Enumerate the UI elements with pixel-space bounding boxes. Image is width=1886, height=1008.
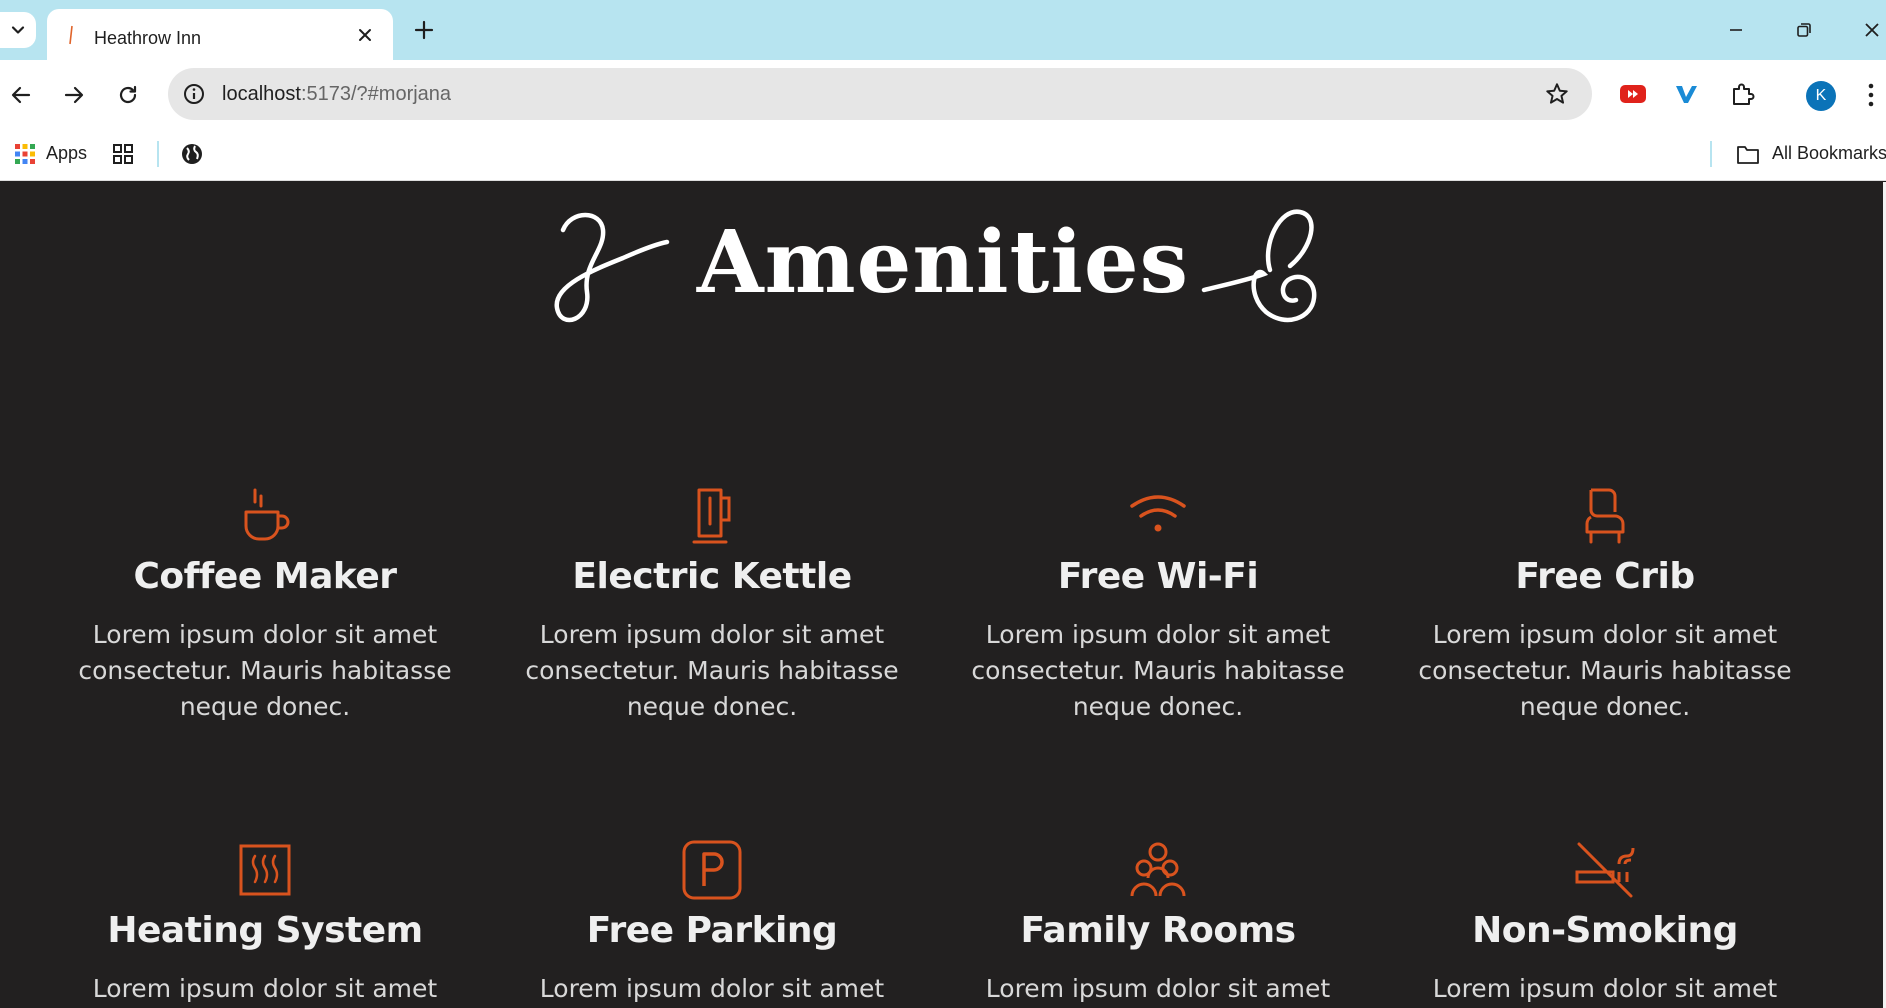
no-smoking-icon: [1575, 842, 1635, 898]
crib-icon: [1585, 488, 1625, 544]
amenity-title: Free Crib: [1515, 556, 1695, 597]
site-favicon-icon: [69, 25, 73, 45]
amenity-card: Heating System Lorem ipsum dolor sit ame…: [50, 838, 480, 1007]
description-line: consectetur. Mauris habitasse: [971, 656, 1345, 685]
folder-icon[interactable]: [1736, 144, 1760, 166]
amenity-description: Lorem ipsum dolor sit amet consectetur. …: [497, 617, 927, 725]
amenity-description: Lorem ipsum dolor sit amet consectetur. …: [943, 617, 1373, 725]
minimize-button[interactable]: [1722, 16, 1750, 44]
description-line: Lorem ipsum dolor sit amet: [1432, 620, 1778, 649]
extensions-puzzle-icon: [1733, 83, 1755, 105]
amenity-description: Lorem ipsum dolor sit amet consectetur. …: [50, 617, 480, 725]
kettle-icon: [692, 488, 731, 544]
description-line: Lorem ipsum dolor sit amet: [92, 620, 438, 649]
active-tab[interactable]: Heathrow Inn: [47, 9, 393, 60]
amenity-title: Family Rooms: [1020, 910, 1296, 951]
amenity-description: Lorem ipsum dolor sit amet: [50, 971, 480, 1007]
close-icon: [1865, 23, 1879, 37]
amenity-description: Lorem ipsum dolor sit amet: [1390, 971, 1820, 1007]
minimize-icon: [1730, 29, 1742, 31]
bookmark-separator: [157, 141, 159, 167]
youtube-extension-button[interactable]: [1619, 80, 1647, 108]
description-line: Lorem ipsum dolor sit amet: [985, 974, 1331, 1003]
reload-button[interactable]: [115, 82, 141, 108]
back-arrow-icon: [11, 86, 31, 104]
description-line: Lorem ipsum dolor sit amet: [539, 974, 885, 1003]
amenity-title: Heating System: [107, 910, 423, 951]
page-title: Amenities: [696, 212, 1190, 313]
description-line: neque donec.: [1519, 692, 1691, 721]
heater-icon: [239, 844, 291, 896]
coffee-cup-icon: [244, 488, 290, 541]
amenity-card: Free Parking Lorem ipsum dolor sit amet: [497, 838, 927, 1007]
amenities-heading: Amenities: [0, 192, 1886, 332]
amenity-title: Free Wi-Fi: [1057, 556, 1259, 597]
description-line: Lorem ipsum dolor sit amet: [1432, 974, 1778, 1003]
amenity-title: Non-Smoking: [1472, 910, 1738, 951]
close-window-button[interactable]: [1858, 16, 1886, 44]
restore-button[interactable]: [1790, 16, 1818, 44]
extensions-button[interactable]: [1728, 80, 1756, 108]
amenity-card: Non-Smoking Lorem ipsum dolor sit amet: [1390, 838, 1820, 1007]
kebab-menu-icon[interactable]: [1866, 82, 1876, 108]
bookmark-apps[interactable]: Apps: [46, 143, 87, 164]
tab-strip: Heathrow Inn: [0, 0, 1886, 60]
globe-icon[interactable]: [180, 142, 204, 166]
plus-icon[interactable]: [412, 18, 436, 42]
parking-icon: [682, 840, 742, 900]
address-bar[interactable]: localhost:5173/?#morjana: [168, 68, 1592, 120]
forward-arrow-icon: [64, 86, 84, 104]
reload-icon: [119, 85, 137, 104]
apps-grid-icon[interactable]: [14, 143, 36, 165]
all-bookmarks[interactable]: All Bookmarks: [1772, 143, 1886, 164]
description-line: neque donec.: [1072, 692, 1244, 721]
description-line: consectetur. Mauris habitasse: [525, 656, 899, 685]
amenity-card: Free Crib Lorem ipsum dolor sit amet con…: [1390, 484, 1820, 725]
amenity-title: Electric Kettle: [572, 556, 852, 597]
url-path: :5173/?#morjana: [300, 83, 452, 105]
page-viewport: Amenities Coffee Maker Lorem ipsum dolor…: [0, 182, 1886, 1008]
family-icon: [1130, 842, 1186, 897]
tab-groups-icon[interactable]: [112, 143, 134, 165]
forward-button[interactable]: [61, 82, 87, 108]
restore-icon: [1797, 23, 1811, 37]
close-icon[interactable]: [355, 25, 375, 45]
amenity-description: Lorem ipsum dolor sit amet: [497, 971, 927, 1007]
amenity-card: Coffee Maker Lorem ipsum dolor sit amet …: [50, 484, 480, 725]
bookmarks-bar: Apps All Bookmarks: [0, 129, 1886, 181]
description-line: Lorem ipsum dolor sit amet: [539, 620, 885, 649]
description-line: neque donec.: [179, 692, 351, 721]
amenity-description: Lorem ipsum dolor sit amet: [943, 971, 1373, 1007]
vimeo-extension-icon: [1676, 86, 1697, 103]
youtube-extension-icon: [1620, 85, 1646, 103]
vimeo-extension-button[interactable]: [1672, 80, 1700, 108]
site-info-icon[interactable]: [182, 82, 206, 106]
tab-search-button[interactable]: [0, 12, 36, 48]
wifi-icon: [1130, 495, 1186, 532]
description-line: consectetur. Mauris habitasse: [78, 656, 452, 685]
amenity-title: Free Parking: [586, 910, 838, 951]
amenity-card: Electric Kettle Lorem ipsum dolor sit am…: [497, 484, 927, 725]
star-icon[interactable]: [1544, 81, 1570, 107]
bookmark-separator: [1710, 141, 1712, 167]
description-line: Lorem ipsum dolor sit amet: [92, 974, 438, 1003]
amenity-card: Free Wi-Fi Lorem ipsum dolor sit amet co…: [943, 484, 1373, 725]
right-flourish-icon: [1201, 209, 1317, 323]
url-text[interactable]: localhost:5173/?#morjana: [222, 83, 451, 106]
description-line: consectetur. Mauris habitasse: [1418, 656, 1792, 685]
description-line: Lorem ipsum dolor sit amet: [985, 620, 1331, 649]
profile-avatar[interactable]: K: [1806, 81, 1836, 111]
chevron-down-icon: [11, 26, 25, 34]
back-button[interactable]: [8, 82, 34, 108]
url-host: localhost: [222, 83, 301, 105]
amenity-title: Coffee Maker: [133, 556, 397, 597]
amenity-description: Lorem ipsum dolor sit amet consectetur. …: [1390, 617, 1820, 725]
amenity-card: Family Rooms Lorem ipsum dolor sit amet: [943, 838, 1373, 1007]
tab-title: Heathrow Inn: [94, 28, 202, 48]
description-line: neque donec.: [626, 692, 798, 721]
